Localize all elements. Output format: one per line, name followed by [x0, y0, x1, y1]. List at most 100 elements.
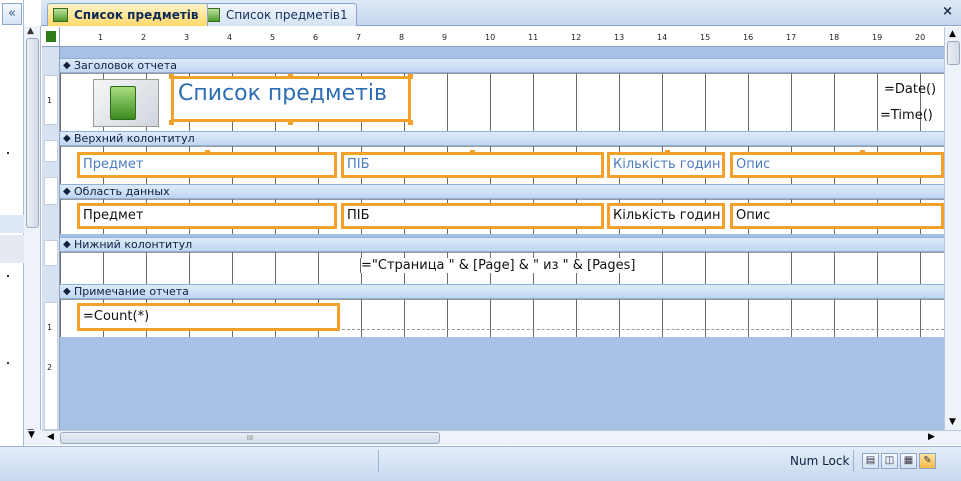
- status-bar: Num Lock ▤ ◫ ▦ ✎: [0, 446, 961, 481]
- nav-dot: [7, 275, 9, 277]
- scroll-down-icon[interactable]: ▼: [24, 430, 42, 445]
- collapse-nav-pane-button[interactable]: «: [2, 3, 22, 25]
- ruler-tick: 1: [98, 33, 104, 42]
- horizontal-scroll-thumb[interactable]: III: [60, 432, 440, 444]
- tab-report-list[interactable]: Список предметів: [47, 3, 208, 26]
- resize-handle[interactable]: [408, 74, 413, 79]
- time-textbox[interactable]: =Time(): [880, 108, 933, 123]
- section-arrow-icon: ◆: [63, 133, 71, 144]
- header-label-name[interactable]: ПІБ: [341, 152, 604, 178]
- resize-handle[interactable]: [205, 150, 210, 155]
- section-arrow-icon: ◆: [63, 239, 71, 250]
- resize-handle[interactable]: [288, 74, 293, 79]
- ruler-tick: 11: [528, 33, 539, 42]
- vruler-detail: [44, 177, 58, 205]
- close-icon[interactable]: ×: [942, 4, 953, 19]
- vruler-page-footer: [44, 240, 58, 266]
- band-detail[interactable]: Предмет ПІБ Кількість годин Опис: [60, 199, 944, 234]
- vruler-report-footer: 12: [44, 302, 58, 430]
- ruler-tick: 10: [485, 33, 496, 42]
- nav-dot: [7, 152, 9, 154]
- scroll-down-icon[interactable]: ▼: [949, 417, 956, 427]
- design-background: [60, 337, 944, 430]
- scroll-left-icon[interactable]: ◀: [47, 432, 54, 442]
- ruler-tick: 8: [399, 33, 405, 42]
- report-view-icon[interactable]: ▤: [862, 453, 879, 469]
- resize-handle[interactable]: [169, 74, 174, 79]
- ruler-tick: 16: [743, 33, 754, 42]
- layout-view-icon[interactable]: ▦: [900, 453, 917, 469]
- ruler-tick: 9: [442, 33, 448, 42]
- ruler-tick: 12: [571, 33, 582, 42]
- section-header-report-header[interactable]: ◆ Заголовок отчета: [60, 58, 944, 73]
- vruler-report-header: 1: [44, 75, 58, 125]
- resize-handle[interactable]: [860, 150, 865, 155]
- print-preview-icon[interactable]: ◫: [881, 453, 898, 469]
- nav-pane-scroll-thumb[interactable]: [26, 38, 39, 228]
- resize-handle[interactable]: [665, 150, 670, 155]
- ruler-tick: 7: [356, 33, 362, 42]
- field-name[interactable]: ПІБ: [341, 203, 604, 229]
- band-report-footer[interactable]: =Count(*): [60, 299, 944, 337]
- vertical-ruler[interactable]: 1 12: [42, 47, 60, 430]
- scroll-up-icon[interactable]: ▲: [27, 26, 34, 36]
- page-number-textbox[interactable]: ="Страница " & [Page] & " из " & [Pages]: [360, 258, 638, 273]
- report-logo-image[interactable]: [93, 79, 159, 127]
- header-label-description[interactable]: Опис: [730, 152, 944, 178]
- ruler-tick: 14: [657, 33, 668, 42]
- header-label-subject[interactable]: Предмет: [77, 152, 337, 178]
- nav-pane-scrollbar[interactable]: ▲ ▼: [24, 26, 41, 442]
- count-textbox[interactable]: =Count(*): [77, 303, 340, 331]
- ruler-tick: 20: [915, 33, 926, 42]
- num-lock-indicator: Num Lock: [790, 454, 850, 468]
- ruler-tick: 13: [614, 33, 625, 42]
- ruler-tick: 4: [227, 33, 233, 42]
- report-logo-icon: [110, 86, 136, 120]
- status-separator: [378, 450, 379, 472]
- date-textbox[interactable]: =Date(): [884, 82, 936, 97]
- scroll-right-icon[interactable]: ▶: [928, 432, 935, 442]
- designer-vertical-scrollbar[interactable]: ▲ ▼: [944, 27, 961, 430]
- designer-horizontal-scrollbar[interactable]: ◀ III ▶: [42, 430, 961, 445]
- section-header-page-header[interactable]: ◆ Верхний колонтитул: [60, 131, 944, 146]
- nav-pane-highlight: [0, 215, 24, 233]
- header-label-hours[interactable]: Кількість годин: [607, 152, 725, 178]
- tab-report-list-1[interactable]: Список предметів1: [199, 3, 357, 26]
- ruler-tick: 17: [786, 33, 797, 42]
- section-header-report-footer[interactable]: ◆ Примечание отчета: [60, 284, 944, 299]
- report-selector-icon: [46, 31, 56, 42]
- select-report-button[interactable]: [42, 27, 60, 47]
- ruler-tick: 3: [184, 33, 190, 42]
- vertical-scroll-thumb[interactable]: [947, 41, 960, 65]
- section-header-page-footer[interactable]: ◆ Нижний колонтитул: [60, 237, 944, 252]
- section-arrow-icon: ◆: [63, 286, 71, 297]
- design-view-icon[interactable]: ✎: [919, 453, 936, 469]
- ruler-tick: 6: [313, 33, 319, 42]
- ruler-tick: 19: [872, 33, 883, 42]
- resize-handle[interactable]: [470, 150, 475, 155]
- vruler-page-header: [44, 140, 58, 162]
- band-page-header[interactable]: Предмет ПІБ Кількість годин Опис: [60, 146, 944, 184]
- resize-handle[interactable]: [408, 120, 413, 125]
- dashed-line: [342, 329, 944, 330]
- field-description[interactable]: Опис: [730, 203, 944, 229]
- band-report-header[interactable]: Список предметів =Date() =Time(): [60, 73, 944, 131]
- resize-handle[interactable]: [169, 120, 174, 125]
- ruler-tick: 18: [829, 33, 840, 42]
- ruler-tick: 15: [700, 33, 711, 42]
- resize-handle[interactable]: [288, 120, 293, 125]
- horizontal-ruler[interactable]: 1 2 3 4 5 6 7 8 9 10 11 12 13 14 15 16 1…: [60, 27, 944, 47]
- report-icon: [53, 8, 68, 22]
- ruler-tick: 2: [141, 33, 147, 42]
- status-separator: [853, 450, 854, 472]
- section-arrow-icon: ◆: [63, 186, 71, 197]
- field-hours[interactable]: Кількість годин: [607, 203, 725, 229]
- report-title-label[interactable]: Список предметів: [171, 76, 411, 122]
- section-header-detail[interactable]: ◆ Область данных: [60, 184, 944, 199]
- document-tab-bar: Список предметів Список предметів1 ×: [41, 0, 961, 26]
- band-page-footer[interactable]: ="Страница " & [Page] & " из " & [Pages]: [60, 252, 944, 284]
- field-subject[interactable]: Предмет: [77, 203, 337, 229]
- scroll-up-icon[interactable]: ▲: [949, 29, 956, 39]
- report-designer[interactable]: 1 2 3 4 5 6 7 8 9 10 11 12 13 14 15 16 1…: [42, 27, 944, 430]
- navigation-pane-collapsed[interactable]: «: [0, 0, 24, 481]
